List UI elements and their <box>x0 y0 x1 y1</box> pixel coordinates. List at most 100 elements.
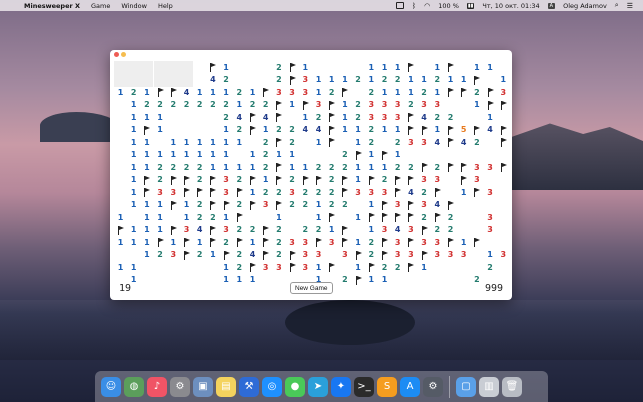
number-cell[interactable]: 2 <box>259 99 272 112</box>
empty-cell[interactable] <box>114 99 127 112</box>
battery-percent[interactable]: 100 % <box>438 2 459 10</box>
number-cell[interactable]: 2 <box>378 174 391 187</box>
menu-help[interactable]: Help <box>158 2 173 10</box>
number-cell[interactable]: 1 <box>154 224 167 237</box>
number-cell[interactable]: 1 <box>206 136 219 149</box>
number-cell[interactable]: 1 <box>312 86 325 99</box>
number-cell[interactable]: 1 <box>352 136 365 149</box>
hidden-cell[interactable] <box>140 73 154 87</box>
number-cell[interactable]: 1 <box>140 211 153 224</box>
number-cell[interactable]: 1 <box>127 124 140 137</box>
number-cell[interactable]: 1 <box>312 261 325 274</box>
number-cell[interactable]: 1 <box>140 249 153 262</box>
empty-cell[interactable] <box>193 74 206 87</box>
number-cell[interactable]: 1 <box>220 211 233 224</box>
number-cell[interactable]: 2 <box>154 99 167 112</box>
flag-icon[interactable] <box>378 249 391 262</box>
number-cell[interactable]: 1 <box>154 149 167 162</box>
number-cell[interactable]: 1 <box>127 149 140 162</box>
number-cell[interactable]: 2 <box>272 61 285 74</box>
input-source-icon[interactable]: A <box>547 2 556 9</box>
hidden-cell[interactable] <box>127 73 141 87</box>
number-cell[interactable]: 2 <box>180 99 193 112</box>
number-cell[interactable]: 4 <box>180 86 193 99</box>
flag-icon[interactable] <box>312 174 325 187</box>
system-preferences-icon[interactable]: ⚙ <box>170 376 190 397</box>
number-cell[interactable]: 3 <box>180 224 193 237</box>
empty-cell[interactable] <box>233 149 246 162</box>
empty-cell[interactable] <box>127 249 140 262</box>
number-cell[interactable]: 2 <box>338 149 351 162</box>
flag-icon[interactable] <box>272 111 285 124</box>
number-cell[interactable]: 1 <box>404 86 417 99</box>
number-cell[interactable]: 1 <box>312 74 325 87</box>
number-cell[interactable]: 4 <box>299 124 312 137</box>
flag-icon[interactable] <box>444 136 457 149</box>
flag-icon[interactable] <box>246 111 259 124</box>
number-cell[interactable]: 2 <box>233 199 246 212</box>
flag-icon[interactable] <box>206 224 219 237</box>
empty-cell[interactable] <box>167 124 180 137</box>
flag-icon[interactable] <box>484 99 497 112</box>
number-cell[interactable]: 1 <box>418 261 431 274</box>
flag-icon[interactable] <box>457 174 470 187</box>
flag-icon[interactable] <box>338 224 351 237</box>
number-cell[interactable]: 2 <box>325 186 338 199</box>
number-cell[interactable]: 3 <box>312 99 325 112</box>
number-cell[interactable]: 4 <box>246 249 259 262</box>
number-cell[interactable]: 3 <box>497 86 510 99</box>
empty-cell[interactable] <box>299 149 312 162</box>
number-cell[interactable]: 2 <box>352 111 365 124</box>
number-cell[interactable]: 2 <box>299 186 312 199</box>
number-cell[interactable]: 1 <box>378 124 391 137</box>
number-cell[interactable]: 1 <box>180 211 193 224</box>
hidden-cell[interactable] <box>180 73 193 87</box>
number-cell[interactable]: 3 <box>272 261 285 274</box>
empty-cell[interactable] <box>167 111 180 124</box>
empty-cell[interactable] <box>418 61 431 74</box>
flag-icon[interactable] <box>167 174 180 187</box>
number-cell[interactable]: 1 <box>378 61 391 74</box>
number-cell[interactable]: 4 <box>312 124 325 137</box>
number-cell[interactable]: 1 <box>457 74 470 87</box>
flag-icon[interactable] <box>497 161 510 174</box>
empty-cell[interactable] <box>167 261 180 274</box>
flag-icon[interactable] <box>352 249 365 262</box>
number-cell[interactable]: 1 <box>365 61 378 74</box>
preview-icon[interactable]: ▣ <box>193 376 213 397</box>
number-cell[interactable]: 1 <box>352 236 365 249</box>
flag-icon[interactable] <box>167 199 180 212</box>
number-cell[interactable]: 3 <box>431 249 444 262</box>
number-cell[interactable]: 4 <box>418 111 431 124</box>
number-cell[interactable]: 1 <box>391 86 404 99</box>
flag-icon[interactable] <box>404 211 417 224</box>
flag-icon[interactable] <box>378 199 391 212</box>
flag-icon[interactable] <box>233 186 246 199</box>
flag-icon[interactable] <box>286 74 299 87</box>
number-cell[interactable]: 1 <box>233 99 246 112</box>
flag-icon[interactable] <box>418 161 431 174</box>
hidden-cell[interactable] <box>180 61 193 74</box>
number-cell[interactable]: 1 <box>299 161 312 174</box>
number-cell[interactable]: 2 <box>338 199 351 212</box>
number-cell[interactable]: 3 <box>220 174 233 187</box>
hidden-cell[interactable] <box>166 61 180 74</box>
empty-cell[interactable] <box>457 261 470 274</box>
number-cell[interactable]: 2 <box>259 136 272 149</box>
number-cell[interactable]: 4 <box>391 224 404 237</box>
empty-cell[interactable] <box>233 74 246 87</box>
number-cell[interactable]: 2 <box>378 74 391 87</box>
number-cell[interactable]: 1 <box>114 261 127 274</box>
number-cell[interactable]: 1 <box>140 111 153 124</box>
number-cell[interactable]: 3 <box>457 249 470 262</box>
flag-icon[interactable] <box>299 99 312 112</box>
flag-icon[interactable] <box>431 211 444 224</box>
flag-icon[interactable] <box>259 236 272 249</box>
number-cell[interactable]: 2 <box>272 224 285 237</box>
number-cell[interactable]: 1 <box>246 236 259 249</box>
number-cell[interactable]: 1 <box>365 74 378 87</box>
flag-icon[interactable] <box>378 236 391 249</box>
number-cell[interactable]: 1 <box>167 236 180 249</box>
empty-cell[interactable] <box>154 261 167 274</box>
number-cell[interactable]: 2 <box>299 224 312 237</box>
